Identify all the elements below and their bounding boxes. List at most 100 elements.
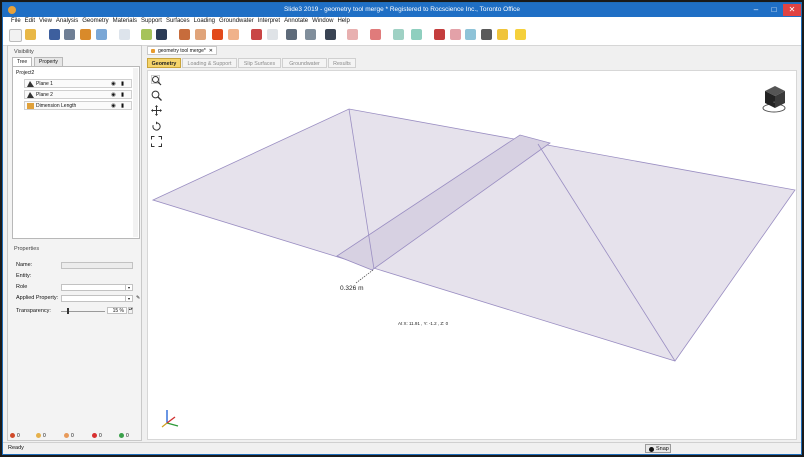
- status-count-bar: 0 0 0 0 0: [8, 432, 140, 440]
- menu-analysis[interactable]: Analysis: [56, 17, 78, 26]
- redo-icon[interactable]: [119, 29, 130, 40]
- undo-icon[interactable]: [96, 29, 107, 40]
- new-file-icon[interactable]: [9, 29, 22, 42]
- menu-file[interactable]: File: [11, 17, 21, 26]
- applied-property-dropdown[interactable]: ▾: [61, 295, 133, 302]
- step-slip-surfaces[interactable]: Slip Surfaces: [238, 58, 281, 68]
- menu-support[interactable]: Support: [141, 17, 162, 26]
- surface-icon[interactable]: [347, 29, 358, 40]
- step-loading-support[interactable]: Loading & Support: [182, 58, 237, 68]
- chevron-down-icon: ▾: [125, 296, 132, 301]
- tree-item-dimension-length[interactable]: Dimension Length ◉ ▮: [24, 101, 132, 110]
- pan-move-icon[interactable]: [151, 105, 162, 116]
- menu-window[interactable]: Window: [312, 17, 333, 26]
- edit-icon[interactable]: [179, 29, 190, 40]
- 3d-viewport[interactable]: 0.326 m At X: 11.91 , Y: -1.2 , Z: 0 ▪: [147, 70, 797, 440]
- snap-label: Snap: [656, 446, 669, 452]
- view-cube-icon[interactable]: ▪: [760, 83, 790, 115]
- snap-icon: [649, 447, 654, 452]
- document-tab[interactable]: geometry tool merge* ✕: [147, 46, 217, 55]
- transparency-spinner[interactable]: ▴▾: [128, 307, 133, 314]
- mesh-icon[interactable]: [305, 29, 316, 40]
- menu-interpret[interactable]: Interpret: [258, 17, 280, 26]
- name-field[interactable]: [61, 262, 133, 269]
- menu-materials[interactable]: Materials: [113, 17, 137, 26]
- role-label: Role: [16, 284, 28, 290]
- tree-item-plane-2[interactable]: Plane 2 ◉ ▮: [24, 90, 132, 99]
- plane-icon: [27, 81, 34, 87]
- status-count-ok[interactable]: 0: [119, 432, 129, 440]
- model-icon: [151, 49, 155, 53]
- step-geometry[interactable]: Geometry: [147, 58, 181, 68]
- eye-icon[interactable]: ◉: [111, 91, 116, 99]
- eye-icon[interactable]: ◉: [111, 102, 116, 110]
- menu-surfaces[interactable]: Surfaces: [166, 17, 190, 26]
- status-count-edges[interactable]: 0: [36, 432, 46, 440]
- close-icon[interactable]: ✕: [209, 47, 213, 56]
- select-icon[interactable]: [251, 29, 262, 40]
- compute-icon[interactable]: [434, 29, 445, 40]
- maximize-button[interactable]: □: [765, 4, 783, 16]
- workflow-steps: Geometry Loading & Support Slip Surfaces…: [147, 58, 797, 69]
- eye-icon[interactable]: ◉: [111, 80, 116, 88]
- rotate-icon[interactable]: [151, 121, 162, 132]
- status-count: 0: [43, 433, 46, 439]
- tree-item-plane-1[interactable]: Plane 1 ◉ ▮: [24, 79, 132, 88]
- tree-item-label: Plane 1: [36, 81, 53, 87]
- tree-root[interactable]: Project2: [16, 70, 34, 76]
- grid-icon[interactable]: [141, 29, 152, 40]
- step-results[interactable]: Results: [328, 58, 356, 68]
- transparency-input[interactable]: 15 %: [107, 307, 127, 314]
- menu-annotate[interactable]: Annotate: [284, 17, 308, 26]
- transparency-slider-handle[interactable]: [67, 308, 69, 314]
- ok-icon: [119, 433, 124, 439]
- menu-help[interactable]: Help: [337, 17, 349, 26]
- print-icon[interactable]: [64, 29, 75, 40]
- chevron-down-icon: ▾: [125, 285, 132, 290]
- main-toolbar: [3, 26, 801, 46]
- water-icon[interactable]: [393, 29, 404, 40]
- trash-icon[interactable]: ▮: [121, 102, 124, 110]
- shape-icon[interactable]: [228, 29, 239, 40]
- tree-scrollbar[interactable]: [133, 68, 138, 237]
- menu-geometry[interactable]: Geometry: [82, 17, 108, 26]
- menu-edit[interactable]: Edit: [25, 17, 35, 26]
- interpret-icon[interactable]: [450, 29, 461, 40]
- close-button[interactable]: ✕: [783, 4, 801, 16]
- applied-property-label: Applied Property:: [16, 295, 59, 301]
- menu-loading[interactable]: Loading: [194, 17, 215, 26]
- cube-icon[interactable]: [212, 29, 223, 40]
- fit-screen-icon[interactable]: [151, 136, 162, 147]
- chart-icon[interactable]: [497, 29, 508, 40]
- step-groundwater[interactable]: Groundwater: [282, 58, 327, 68]
- face-icon: [64, 433, 69, 439]
- results-icon[interactable]: [465, 29, 476, 40]
- role-dropdown[interactable]: ▾: [61, 284, 133, 291]
- open-folder-icon[interactable]: [25, 29, 36, 40]
- slip-icon[interactable]: [370, 29, 381, 40]
- zoom-icon[interactable]: [151, 90, 162, 101]
- query-icon[interactable]: [481, 29, 492, 40]
- pencil-icon[interactable]: ✎: [136, 295, 140, 301]
- snap-toggle[interactable]: Snap: [645, 444, 671, 453]
- hand-icon[interactable]: [515, 29, 526, 40]
- trash-icon[interactable]: ▮: [121, 91, 124, 99]
- trash-icon[interactable]: ▮: [121, 80, 124, 88]
- visibility-tree: Project2 Plane 1 ◉ ▮ Plane 2 ◉ ▮ Dimensi…: [12, 66, 140, 239]
- pan-icon[interactable]: [267, 29, 278, 40]
- menu-groundwater[interactable]: Groundwater: [219, 17, 254, 26]
- save-icon[interactable]: [49, 29, 60, 40]
- export-icon[interactable]: [80, 29, 91, 40]
- status-count-errors[interactable]: 0: [92, 432, 102, 440]
- menu-view[interactable]: View: [39, 17, 52, 26]
- zoom-extents-icon[interactable]: [151, 75, 162, 86]
- path-icon[interactable]: [286, 29, 297, 40]
- status-count-nodes[interactable]: 0: [10, 432, 20, 440]
- support-icon[interactable]: [325, 29, 336, 40]
- minimize-button[interactable]: –: [747, 4, 765, 16]
- status-count-faces[interactable]: 0: [64, 432, 74, 440]
- image-icon[interactable]: [156, 29, 167, 40]
- material-icon[interactable]: [195, 29, 206, 40]
- water-table-icon[interactable]: [411, 29, 422, 40]
- document-tab-label: geometry tool merge*: [158, 48, 206, 54]
